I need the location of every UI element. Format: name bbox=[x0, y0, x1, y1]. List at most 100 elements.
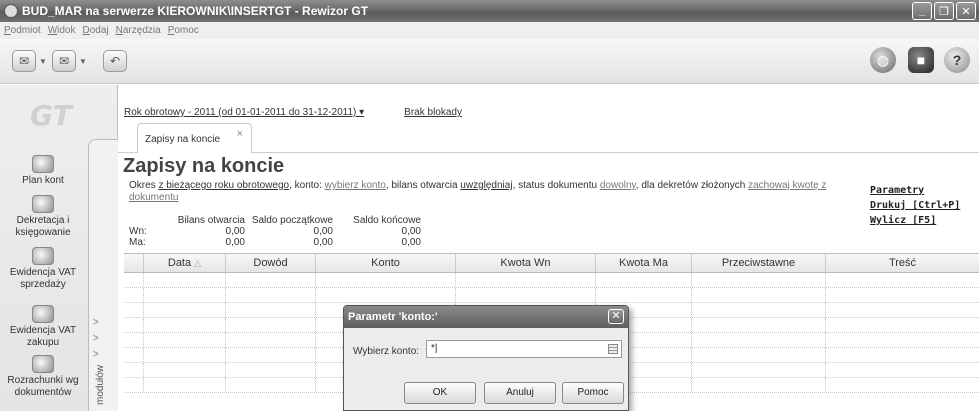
ma-end: 0,00 bbox=[401, 237, 421, 248]
menu-bar: Podmiot Widok Dodaj Narzędzia Pomoc bbox=[0, 22, 979, 39]
balance-header: Saldo końcowe bbox=[353, 215, 421, 226]
back-button[interactable]: ✉ ▼ bbox=[12, 48, 47, 74]
menu-narzedzia[interactable]: Narzędzia bbox=[116, 25, 161, 36]
cancel-button[interactable]: Anuluj bbox=[484, 382, 556, 404]
module-dekretacja[interactable]: Dekretacja i księgowanie bbox=[0, 195, 86, 239]
column-konto[interactable]: Konto bbox=[316, 254, 456, 272]
chevron-right-icon[interactable]: > bbox=[93, 349, 99, 360]
menu-dodaj[interactable]: Dodaj bbox=[83, 25, 109, 36]
window-controls: _ ❐ ✕ bbox=[912, 2, 976, 20]
tab-strip: Zapisy na koncie × bbox=[118, 119, 979, 153]
column-kwota-wn[interactable]: Kwota Wn bbox=[456, 254, 596, 272]
balances-summary: Bilans otwarcia Saldo początkowe Saldo k… bbox=[129, 215, 421, 248]
print-link[interactable]: Drukuj [Ctrl+P] bbox=[870, 198, 960, 213]
chevron-right-icon[interactable]: > bbox=[93, 333, 99, 344]
sort-asc-icon: △ bbox=[194, 258, 202, 268]
year-bar: Rok obrotowy - 2011 (od 01-01-2011 do 31… bbox=[124, 107, 462, 118]
help-button[interactable]: Pomoc bbox=[562, 382, 624, 404]
forward-button[interactable]: ✉ ▼ bbox=[52, 48, 87, 74]
wn-opening: 0,00 bbox=[225, 226, 245, 237]
chevron-right-icon[interactable]: > bbox=[93, 317, 99, 328]
minimize-button[interactable]: _ bbox=[912, 2, 932, 20]
desc-text: , status dokumentu bbox=[512, 180, 600, 191]
list-icon[interactable] bbox=[608, 344, 618, 354]
ma-start: 0,00 bbox=[313, 237, 333, 248]
window-title: BUD_MAR na serwerze KIEROWNIK\INSERTGT -… bbox=[22, 4, 369, 18]
lock-status-link[interactable]: Brak blokady bbox=[404, 107, 462, 118]
close-tab-icon[interactable]: × bbox=[237, 128, 243, 140]
column-przeciwstawne[interactable]: Przeciwstawne bbox=[692, 254, 826, 272]
balance-header: Saldo początkowe bbox=[251, 215, 333, 226]
forward-icon: ✉ bbox=[52, 50, 76, 72]
module-vat-sprzedazy[interactable]: Ewidencja VAT sprzedaży bbox=[0, 247, 86, 291]
desc-text: , dla dekretów złożonych bbox=[635, 180, 749, 191]
table-row[interactable] bbox=[124, 273, 979, 288]
dialog-title-bar: Parametr 'konto:' ✕ bbox=[344, 306, 628, 328]
app-icon bbox=[4, 4, 18, 18]
ok-button[interactable]: OK bbox=[404, 382, 476, 404]
menu-widok[interactable]: Widok bbox=[48, 25, 76, 36]
toolbar: ✉ ▼ ✉ ▼ ↶ ◍ ■ ? bbox=[0, 39, 979, 84]
globe-icon[interactable]: ◍ bbox=[870, 47, 896, 73]
chevron-down-icon: ▼ bbox=[39, 56, 47, 66]
tab-zapisy-na-koncie[interactable]: Zapisy na koncie × bbox=[137, 123, 252, 153]
module-panel: GT Plan kont Dekretacja i księgowanie Ew… bbox=[0, 85, 118, 411]
account-link[interactable]: wybierz konto bbox=[325, 180, 386, 191]
chevron-down-icon: ▼ bbox=[79, 56, 87, 66]
module-label: Ewidencja VAT zakupu bbox=[9, 325, 77, 348]
grid-header: Data △ Dowód Konto Kwota Wn Kwota Ma Prz… bbox=[124, 253, 979, 273]
page-title: Zapisy na koncie bbox=[123, 155, 285, 177]
menu-pomoc[interactable]: Pomoc bbox=[168, 25, 199, 36]
period-link[interactable]: z bieżącego roku obrotowego bbox=[158, 180, 289, 191]
back-icon: ✉ bbox=[12, 50, 36, 72]
dialog-close-button[interactable]: ✕ bbox=[608, 309, 624, 324]
module-vat-zakupu[interactable]: Ewidencja VAT zakupu bbox=[0, 305, 86, 349]
fiscal-year-link[interactable]: Rok obrotowy - 2011 (od 01-01-2011 do 31… bbox=[124, 107, 364, 118]
menu-podmiot[interactable]: Podmiot bbox=[4, 25, 41, 36]
ma-label: Ma: bbox=[129, 237, 146, 248]
konto-parameter-dialog: Parametr 'konto:' ✕ Wybierz konto: *| OK… bbox=[343, 305, 629, 411]
undo-button[interactable]: ↶ bbox=[103, 48, 127, 74]
filter-description: Okres z bieżącego roku obrotowego, konto… bbox=[129, 180, 869, 204]
module-plan-kont[interactable]: Plan kont bbox=[0, 155, 86, 187]
module-label: Dekretacja i księgowanie bbox=[15, 215, 71, 238]
vat-zakupu-icon bbox=[32, 305, 54, 323]
document-status-link[interactable]: dowolny bbox=[600, 180, 636, 191]
close-button[interactable]: ✕ bbox=[956, 2, 976, 20]
desc-text: Okres bbox=[129, 180, 159, 191]
table-row[interactable] bbox=[124, 288, 979, 303]
desc-text: , konto: bbox=[289, 180, 325, 191]
column-dowod[interactable]: Dowód bbox=[226, 254, 316, 272]
module-label: Plan kont bbox=[22, 175, 64, 186]
ma-opening: 0,00 bbox=[225, 237, 245, 248]
column-data[interactable]: Data △ bbox=[144, 254, 226, 272]
modules-vertical-label: modułów bbox=[95, 364, 106, 405]
account-input-value: *| bbox=[431, 343, 438, 354]
help-icon[interactable]: ? bbox=[944, 47, 970, 73]
parametry-link[interactable]: Parametry bbox=[870, 183, 960, 198]
cube-icon[interactable]: ■ bbox=[908, 47, 934, 73]
gt-logo: GT bbox=[30, 99, 72, 132]
column-kwota-ma[interactable]: Kwota Ma bbox=[596, 254, 692, 272]
title-bar: BUD_MAR na serwerze KIEROWNIK\INSERTGT -… bbox=[0, 0, 979, 22]
account-input[interactable]: *| bbox=[426, 340, 622, 358]
dialog-title: Parametr 'konto:' bbox=[348, 311, 438, 323]
module-label: Ewidencja VAT sprzedaży bbox=[9, 267, 77, 290]
wn-label: Wn: bbox=[129, 226, 147, 237]
undo-icon: ↶ bbox=[103, 50, 127, 72]
module-rozrachunki[interactable]: Rozrachunki wg dokumentów bbox=[0, 355, 86, 399]
maximize-button[interactable]: ❐ bbox=[934, 2, 954, 20]
calculate-link[interactable]: Wylicz [F5] bbox=[870, 213, 960, 228]
account-label: Wybierz konto: bbox=[353, 346, 420, 357]
rozrachunki-icon bbox=[32, 355, 54, 373]
column-tresc[interactable]: Treść bbox=[826, 254, 979, 272]
dekretacja-icon bbox=[32, 195, 54, 213]
wn-end: 0,00 bbox=[401, 226, 421, 237]
desc-text: , bilans otwarcia bbox=[385, 180, 461, 191]
vat-sprzedazy-icon bbox=[32, 247, 54, 265]
module-label: Rozrachunki wg dokumentów bbox=[7, 375, 79, 398]
row-selector-header bbox=[124, 254, 144, 272]
opening-balance-link[interactable]: uwzględniaj bbox=[460, 180, 512, 191]
plan-kont-icon bbox=[32, 155, 54, 173]
wn-start: 0,00 bbox=[313, 226, 333, 237]
